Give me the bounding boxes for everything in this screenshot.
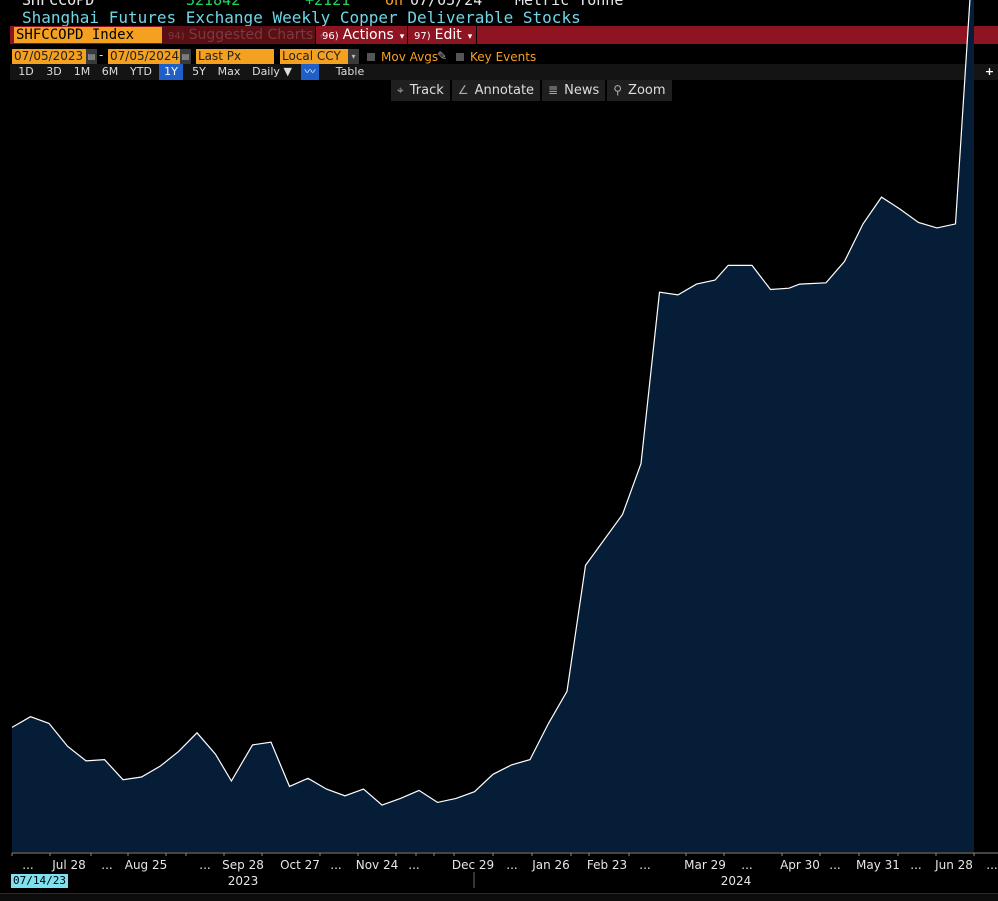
cursor-date-label: 07/14/23 [11,874,68,888]
data-point [935,226,939,230]
x-tick-ellipsis: ... [506,858,517,872]
data-point [510,763,514,767]
x-tick-ellipsis: ... [639,858,650,872]
x-tick-label: Sep 28 [222,858,264,872]
x-tick-label: Dec 29 [452,858,494,872]
year-label: 2023 [228,874,259,888]
data-point [676,293,680,297]
data-point [547,721,551,725]
data-point [399,796,403,800]
data-point [639,462,643,466]
x-tick-label: Mar 29 [684,858,726,872]
data-point [565,689,569,693]
series-area [12,0,974,852]
data-point [288,784,292,788]
x-tick-ellipsis: ... [408,858,419,872]
data-point [195,731,199,735]
data-point [417,788,421,792]
x-tick-ellipsis: ... [330,858,341,872]
x-tick-label: Feb 23 [587,858,627,872]
data-point [528,758,532,762]
data-point [10,725,14,729]
data-point [621,513,625,517]
data-point [880,195,884,199]
area-chart[interactable]: Jul 28 Aug 25 Sep 28 Oct 27 Nov 24 Dec 29 Jan … [0,0,998,900]
data-point [954,222,958,226]
data-point [843,259,847,263]
x-tick-ellipsis: ... [199,858,210,872]
data-point [84,759,88,763]
data-point [917,221,921,225]
data-point [362,787,366,791]
x-tick-ellipsis: ... [986,858,997,872]
x-tick-label: Jun 28 [934,858,973,872]
data-point [103,758,107,762]
x-tick-label: May 31 [856,858,900,872]
data-point [251,743,255,747]
data-point [726,263,730,267]
data-point [491,772,495,776]
data-point [861,222,865,226]
x-tick-label: Oct 27 [280,858,320,872]
x-tick-label: Aug 25 [125,858,168,872]
data-point [769,288,773,292]
data-point [140,775,144,779]
data-point [229,779,233,783]
x-tick-label: Jan 26 [531,858,570,872]
data-point [325,787,329,791]
data-point [269,740,273,744]
x-tick-ellipsis: ... [910,858,921,872]
x-tick-ellipsis: ... [22,858,33,872]
data-point [177,750,181,754]
data-point [473,790,477,794]
x-tick-label: Apr 30 [780,858,820,872]
data-point [343,794,347,798]
data-point [436,800,440,804]
data-point [158,764,162,768]
x-tick-label: Nov 24 [356,858,399,872]
data-point [787,286,791,290]
data-point [750,263,754,267]
data-point [658,290,662,294]
data-point [584,563,588,567]
data-point [66,744,70,748]
data-point [214,752,218,756]
data-point [380,803,384,807]
year-label: 2024 [721,874,752,888]
x-tick-ellipsis: ... [741,858,752,872]
data-point [695,282,699,286]
data-point [824,281,828,285]
data-point [798,282,802,286]
data-point [47,721,51,725]
x-tick-ellipsis: ... [829,858,840,872]
data-point [898,207,902,211]
data-point [306,776,310,780]
data-point [29,715,33,719]
data-point [713,278,717,282]
x-tick-label: Jul 28 [51,858,86,872]
data-point [454,796,458,800]
data-point [121,778,125,782]
x-tick-ellipsis: ... [101,858,112,872]
